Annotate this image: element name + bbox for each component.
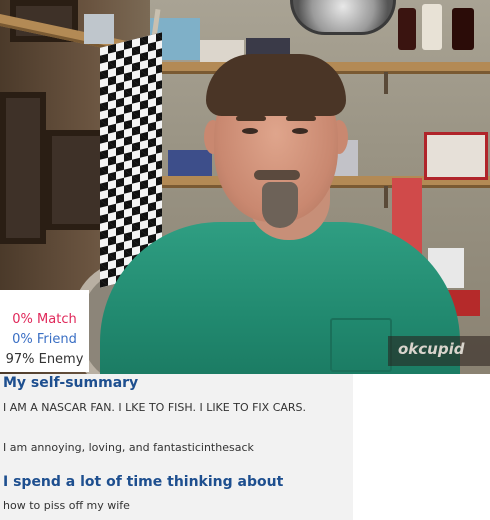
mustache [254,170,300,180]
match-percent: 0% Match [12,312,77,327]
okcupid-watermark: okcupid [388,336,490,366]
eyebrow-left [236,116,266,121]
self-summary-heading: My self-summary [3,375,139,391]
goatee [262,182,298,228]
collectible-box [84,14,114,44]
watermark-text: okcupid [398,340,465,358]
hair [206,54,346,116]
eyebrow-right [286,116,316,121]
enemy-percent: 97% Enemy [5,352,84,367]
die-cast-car-box [424,132,488,180]
self-summary-text: I AM A NASCAR FAN. I LKE TO FISH. I LIKE… [3,401,307,414]
thinking-about-text: how to piss off my wife [3,499,130,512]
eye-right [292,128,308,134]
bottle [422,4,442,50]
match-percentages: 0% Match 0% Friend 97% Enemy [0,290,89,372]
eye-left [242,128,258,134]
bottle [452,8,474,50]
bottle [398,8,416,50]
self-summary-text: I am annoying, loving, and fantasticinth… [3,441,254,454]
shirt-pocket [330,318,392,372]
shelf-bracket [384,186,388,208]
friend-percent: 0% Friend [12,332,77,347]
shelf-bracket [384,72,388,94]
die-cast-car-box [168,150,212,176]
thinking-about-heading: I spend a lot of time thinking about [3,474,284,490]
wall-frame [0,92,46,244]
